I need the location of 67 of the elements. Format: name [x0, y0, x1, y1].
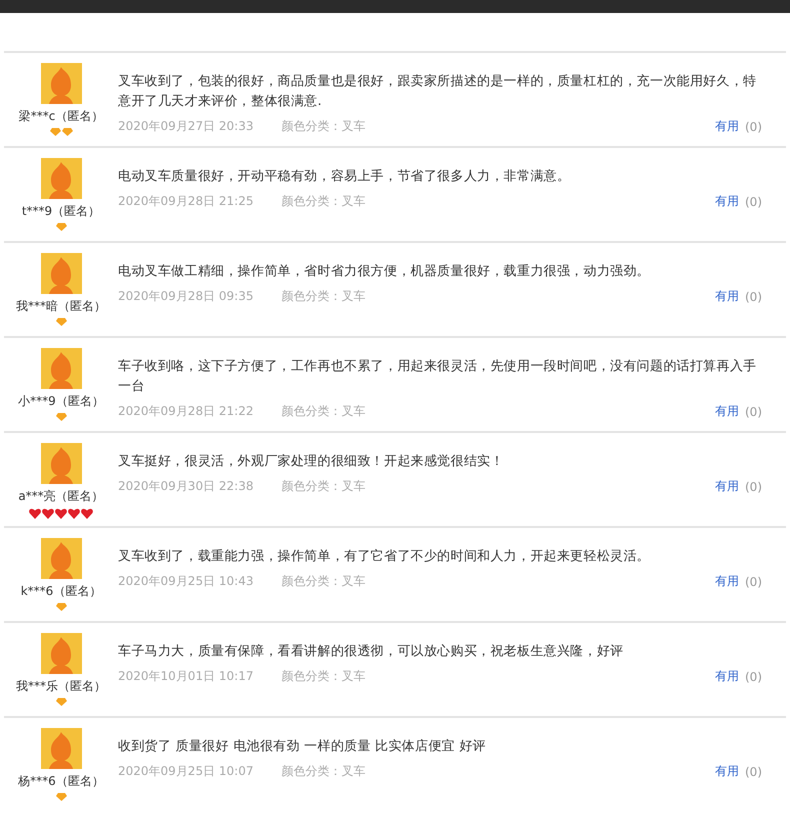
review-date: 2020年09月25日 10:43 [118, 573, 254, 590]
useful-count: (0) [745, 404, 762, 418]
useful-count: (0) [745, 194, 762, 208]
variant-label: 颜色分类：叉车 [281, 668, 366, 685]
user-name: 我***暗（匿名） [16, 298, 106, 314]
useful-link[interactable]: 有用 [715, 193, 739, 210]
diamond-icon [56, 793, 66, 801]
avatar-icon [40, 63, 82, 104]
avatar-icon [40, 538, 82, 579]
review-date: 2020年09月28日 09:35 [118, 288, 254, 305]
avatar-icon [40, 728, 82, 769]
heart-icon [55, 508, 67, 519]
variant-label: 颜色分类：叉车 [281, 193, 366, 210]
variant-label: 颜色分类：叉车 [281, 763, 366, 780]
variant-label: 颜色分类：叉车 [281, 118, 366, 135]
review-date: 2020年09月30日 22:38 [118, 478, 254, 495]
review-text: 电动叉车做工精细，操作简单，省时省力很方便，机器质量很好，载重力很强，动力强劲。 [118, 263, 651, 281]
user-name: k***6（匿名） [20, 583, 102, 599]
diamond-icon [56, 413, 66, 421]
review-text: 叉车挺好，很灵活，外观厂家处理的很细致！开起来感觉很结实！ [118, 453, 505, 471]
review-text: 车子马力大，质量有保障，看看讲解的很透彻，可以放心购买，祝老板生意兴隆，好评 [118, 643, 624, 661]
user-name: 梁***c（匿名） [18, 108, 104, 124]
user-name: 杨***6（匿名） [18, 773, 104, 789]
useful-count: (0) [745, 480, 762, 494]
heart-icon [68, 508, 80, 519]
heart-icon [42, 508, 54, 519]
review-date: 2020年10月01日 10:17 [118, 668, 254, 685]
useful-count: (0) [745, 120, 762, 134]
variant-label: 颜色分类：叉车 [281, 288, 366, 305]
heart-icon [29, 508, 41, 519]
useful-link[interactable]: 有用 [715, 403, 739, 420]
useful-link[interactable]: 有用 [715, 118, 739, 135]
review-date: 2020年09月28日 21:25 [118, 193, 254, 210]
useful-link[interactable]: 有用 [715, 478, 739, 495]
avatar-icon [40, 158, 82, 199]
useful-link[interactable]: 有用 [715, 668, 739, 685]
useful-count: (0) [745, 764, 762, 778]
review-text: 车子收到咯，这下子方便了，工作再也不累了，用起来很灵活，先使用一段时间吧，没有问题的话打算再入手一台 [118, 358, 758, 396]
useful-link[interactable]: 有用 [715, 573, 739, 590]
review-date: 2020年09月25日 10:07 [118, 763, 254, 780]
avatar-icon [40, 633, 82, 674]
diamond-icon [56, 698, 66, 706]
useful-count: (0) [745, 670, 762, 684]
useful-count: (0) [745, 290, 762, 304]
variant-label: 颜色分类：叉车 [281, 403, 366, 420]
avatar-icon [40, 253, 82, 294]
user-name: 我***乐（匿名） [16, 678, 106, 694]
review-date: 2020年09月27日 20:33 [118, 118, 254, 135]
variant-label: 颜色分类：叉车 [281, 478, 366, 495]
variant-label: 颜色分类：叉车 [281, 573, 366, 590]
review-date: 2020年09月28日 21:22 [118, 403, 254, 420]
diamond-icon [56, 223, 66, 231]
review-text: 电动叉车质量很好，开动平稳有劲，容易上手，节省了很多人力，非常满意。 [118, 168, 572, 186]
heart-icon [81, 508, 93, 519]
review-text: 收到货了 质量很好 电池很有劲 一样的质量 比实体店便宜 好评 [118, 738, 487, 756]
review-text: 叉车收到了，载重能力强，操作简单，有了它省了不少的时间和人力，开起来更轻松灵活。 [118, 548, 651, 566]
useful-count: (0) [745, 574, 762, 588]
avatar-icon [40, 443, 82, 484]
useful-link[interactable]: 有用 [715, 763, 739, 780]
useful-link[interactable]: 有用 [715, 288, 739, 305]
user-name: 小***9（匿名） [18, 393, 104, 409]
user-name: t***9（匿名） [22, 203, 100, 219]
review-text: 叉车收到了，包装的很好，商品质量也是很好，跟卖家所描述的是一样的，质量杠杠的，充一次能用好久，特意开了几天才来评价，整体很满意. [118, 73, 758, 111]
diamond-icon [56, 318, 66, 326]
user-name: a***亮（匿名） [18, 488, 104, 504]
diamond-icon [56, 603, 66, 611]
avatar-icon [40, 348, 82, 389]
